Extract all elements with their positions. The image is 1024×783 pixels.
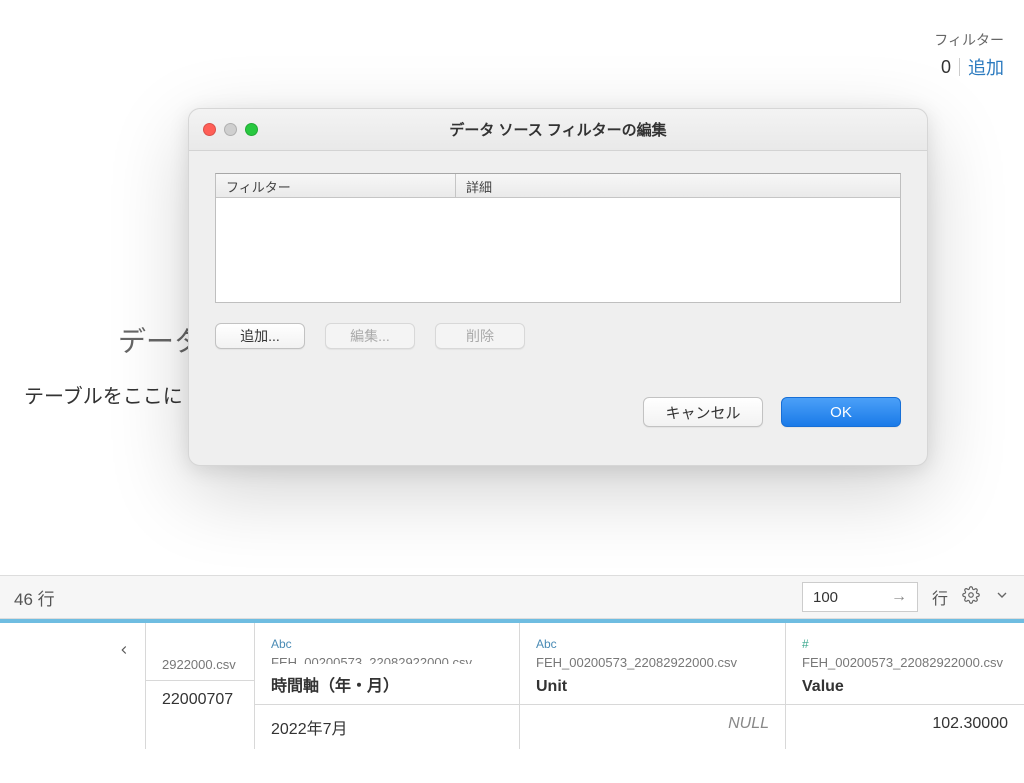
divider bbox=[959, 58, 960, 76]
column-header-detail: 詳細 bbox=[456, 174, 900, 197]
dialog-titlebar: データ ソース フィルターの編集 bbox=[189, 109, 927, 151]
gear-icon[interactable] bbox=[962, 586, 980, 609]
rows-count-label: 46 行 bbox=[14, 585, 55, 610]
filter-count: 0 bbox=[941, 57, 951, 78]
data-grid-columns: 2922000.csv 22000707 Abc FEH_00200573_22… bbox=[0, 619, 1024, 749]
filter-section-label: フィルター bbox=[934, 30, 1004, 50]
data-column[interactable]: Abc FEH_00200573_22082922000.csv Unit NU… bbox=[520, 623, 786, 749]
add-button[interactable]: 追加... bbox=[215, 323, 305, 349]
cell-value: NULL bbox=[520, 704, 785, 743]
rows-limit-input[interactable]: 100 → bbox=[802, 582, 918, 612]
add-filter-link[interactable]: 追加 bbox=[968, 54, 1004, 80]
rows-suffix-label: 行 bbox=[932, 585, 948, 609]
column-source: FEH_00200573_22082922000.csv bbox=[802, 655, 1008, 670]
data-column[interactable]: Abc FEH_00200573_22082922000.csv 時間軸（年・月… bbox=[255, 623, 520, 749]
cell-value: 102.30000 bbox=[786, 704, 1024, 743]
type-indicator-number-icon: # bbox=[802, 637, 1008, 651]
data-grid-toolbar: 46 行 100 → 行 bbox=[0, 575, 1024, 619]
data-column[interactable]: 2922000.csv 22000707 bbox=[146, 623, 255, 749]
close-icon[interactable] bbox=[203, 123, 216, 136]
ok-button[interactable]: OK bbox=[781, 397, 901, 427]
column-name: 時間軸（年・月） bbox=[271, 672, 503, 696]
arrow-right-icon[interactable]: → bbox=[891, 588, 907, 606]
column-source: FEH_00200573_22082922000.csv bbox=[536, 655, 769, 670]
column-source: FEH_00200573_22082922000.csv bbox=[271, 655, 503, 664]
cell-value: 22000707 bbox=[146, 680, 254, 719]
cell-value: 2022年7月 bbox=[255, 704, 519, 749]
dialog-title: データ ソース フィルターの編集 bbox=[189, 119, 927, 140]
rows-limit-value: 100 bbox=[813, 589, 838, 606]
minimize-icon bbox=[224, 123, 237, 136]
chevron-down-icon[interactable] bbox=[994, 587, 1010, 608]
zoom-icon[interactable] bbox=[245, 123, 258, 136]
column-name: Value bbox=[802, 678, 1008, 696]
edit-button: 編集... bbox=[325, 323, 415, 349]
type-indicator-abc-icon: Abc bbox=[536, 637, 769, 651]
chevron-left-icon[interactable] bbox=[117, 643, 131, 662]
column-header-filter: フィルター bbox=[216, 174, 456, 197]
column-name: Unit bbox=[536, 678, 769, 696]
table-drop-hint: テーブルをここに bbox=[24, 380, 183, 409]
remove-button: 削除 bbox=[435, 323, 525, 349]
data-column[interactable]: # FEH_00200573_22082922000.csv Value 102… bbox=[786, 623, 1024, 749]
column-source: 2922000.csv bbox=[162, 657, 238, 672]
cancel-button[interactable]: キャンセル bbox=[643, 397, 763, 427]
filter-list[interactable]: フィルター 詳細 bbox=[215, 173, 901, 303]
type-indicator-abc-icon: Abc bbox=[271, 637, 503, 651]
datasource-filter-dialog: データ ソース フィルターの編集 フィルター 詳細 追加... 編集... 削除… bbox=[188, 108, 928, 466]
